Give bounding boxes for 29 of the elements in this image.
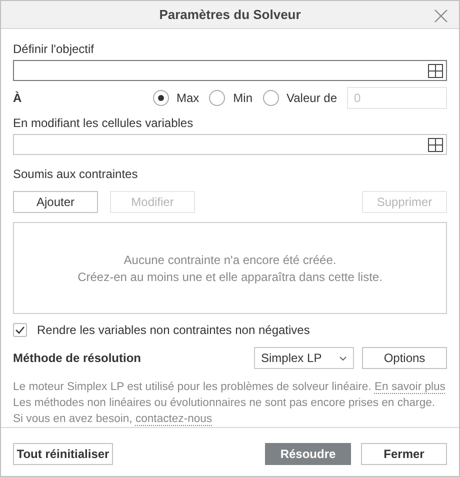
cell-range-icon[interactable]	[428, 138, 443, 152]
contact-link[interactable]: contactez-nous	[135, 413, 212, 426]
constraints-label: Soumis aux contraintes	[13, 167, 139, 181]
empty-message: Aucune contrainte n'a encore été créée.	[124, 252, 336, 266]
radio-option[interactable]: Max	[152, 90, 200, 106]
checkbox-label: Rendre les variables non contraintes non négatives	[37, 323, 310, 337]
radio-option[interactable]: Min	[209, 90, 253, 106]
to-label: À	[13, 91, 23, 105]
options-button[interactable]: Options	[362, 347, 447, 369]
variables-field[interactable]	[13, 134, 447, 155]
checkbox[interactable]	[13, 323, 27, 337]
objective-label: Définir l'objectif	[13, 42, 95, 56]
method-description: Le moteur Simplex LP est utilisé pour les problèmes de solveur linéaire. En savoir plus Les méthodes non linéaires ou évolutionnaires ne sont pas encore prises en charge. Si vous en avez besoin, contactez-nous	[13, 380, 446, 427]
solve-button[interactable]: Résoudre	[265, 443, 351, 465]
learn-more-link[interactable]: En savoir plus	[374, 381, 446, 394]
method-label: Méthode de résolution	[13, 351, 142, 365]
empty-message: Créez-en au moins une et elle apparaîtra dans cette liste.	[78, 270, 382, 284]
close-button[interactable]	[433, 9, 449, 25]
method-select[interactable]: Simplex LP	[254, 347, 354, 369]
caret-icon	[339, 356, 347, 360]
reset-button[interactable]: Tout réinitialiser	[13, 443, 113, 465]
value-field[interactable]: 0	[347, 87, 447, 109]
close-dialog-button[interactable]: Fermer	[361, 443, 447, 465]
objective-field[interactable]	[13, 60, 447, 81]
variables-label: En modifiant les cellules variables	[13, 116, 194, 130]
radio-option[interactable]: Valeur de	[262, 90, 337, 106]
window-title: Paramètres du Solveur	[159, 7, 301, 22]
constraint-button[interactable]: Ajouter	[13, 191, 98, 213]
cell-range-icon[interactable]	[428, 64, 443, 78]
